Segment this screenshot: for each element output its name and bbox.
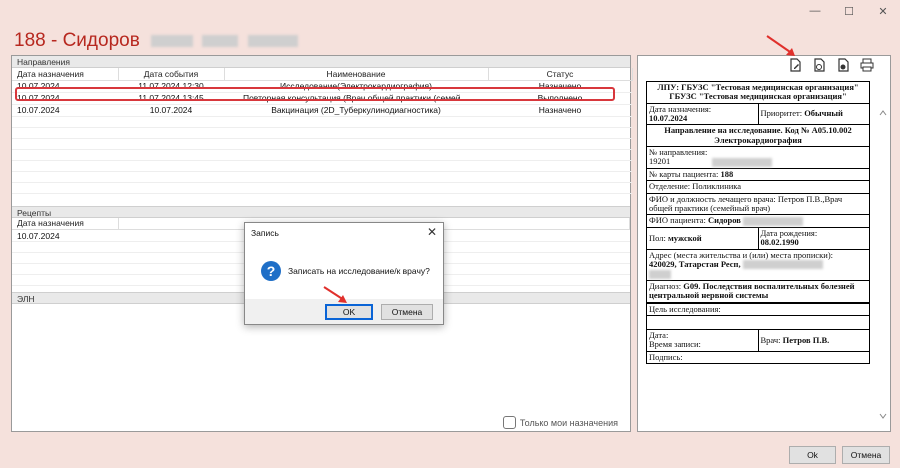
dialog-close-icon[interactable]: ✕ — [427, 225, 437, 239]
col-name[interactable]: Наименование — [224, 68, 489, 81]
doc-date-time: Дата: Время записи: — [646, 329, 759, 352]
edit-document-icon[interactable] — [788, 58, 802, 72]
doc-scrollbar[interactable] — [878, 81, 888, 426]
doc-goal: Цель исследования: — [646, 301, 870, 317]
doc-diagnosis: Диагноз: G09. Последствия воспалительных… — [646, 279, 870, 304]
doc-birth: Дата рождения: 08.02.1990 — [757, 226, 870, 250]
print-icon[interactable] — [860, 58, 874, 72]
patient-title: 188 - Сидоров — [14, 30, 140, 51]
doc-dept: Отделение: Поликлиника — [646, 180, 870, 194]
question-icon: ? — [261, 261, 281, 281]
doc-patient: ФИО пациента: Сидоров — [646, 214, 870, 228]
col-recipe-date[interactable]: Дата назначения — [12, 217, 119, 230]
redacted-name — [247, 34, 298, 47]
col-date[interactable]: Дата назначения — [12, 68, 119, 81]
directions-section-title: Направления — [12, 56, 630, 68]
recipes-section-title: Рецепты — [12, 205, 630, 218]
doc-number: № направления: 19201 — [646, 146, 870, 169]
doc-sex: Пол: мужской — [646, 226, 759, 250]
doc-date: Дата назначения: 10.07.2024 — [646, 102, 759, 126]
col-status[interactable]: Статус — [488, 68, 633, 81]
ok-button[interactable]: Ok — [789, 446, 836, 464]
only-mine-label: Только мои назначения — [519, 417, 618, 428]
only-mine-checkbox[interactable]: Только мои назначения — [502, 416, 618, 429]
selected-row-highlight — [15, 87, 615, 101]
doc-header: Направление на исследование. Код № А05.1… — [646, 124, 870, 148]
doc-priority: Приоритет: Обычный — [757, 102, 870, 126]
doc-doctor: ФИО и должность лечащего врача: Петров П… — [646, 192, 870, 216]
redacted-name — [202, 34, 239, 47]
dialog-cancel-button[interactable]: Отмена — [381, 304, 433, 320]
doc-signature: Подпись: — [646, 350, 870, 365]
dialog-title: Запись — [251, 228, 279, 238]
doc-card: № карты пациента: 188 — [646, 167, 870, 182]
dialog-ok-button[interactable]: OK — [325, 304, 373, 320]
maximize-button[interactable]: ☐ — [832, 0, 866, 22]
redacted-name — [151, 34, 194, 47]
scroll-down-icon — [879, 413, 887, 419]
doc-doctor-sign: Врач: Петров П.В. — [757, 329, 870, 352]
col-event[interactable]: Дата события — [118, 68, 225, 81]
doc-org: ЛПУ: ГБУЗС "Тестовая медицинская организ… — [646, 81, 870, 104]
cancel-button[interactable]: Отмена — [842, 446, 890, 464]
minimize-button[interactable]: — — [798, 0, 832, 22]
page-title: 188 - Сидоров — [14, 30, 298, 52]
doc-toolbar — [788, 58, 874, 72]
document-stamp-icon[interactable] — [812, 58, 826, 72]
right-pane: ЛПУ: ГБУЗС "Тестовая медицинская организ… — [637, 55, 891, 432]
dialog-message: Записать на исследование/к врачу? — [288, 266, 430, 276]
close-button[interactable]: ✕ — [866, 0, 900, 22]
checkbox-box[interactable] — [502, 416, 516, 429]
document-sign-icon[interactable] — [836, 58, 850, 72]
direction-document: ЛПУ: ГБУЗС "Тестовая медицинская организ… — [646, 81, 870, 428]
dialog-footer: OK Отмена — [245, 299, 443, 324]
scroll-up-icon — [879, 110, 887, 116]
confirm-dialog: Запись ✕ ? Записать на исследование/к вр… — [244, 222, 444, 325]
doc-address: Адрес (места жительства и (или) места пр… — [646, 248, 870, 282]
table-row[interactable]: 10.07.2024 10.07.2024 Вакцинация (2D_Туб… — [12, 104, 632, 117]
